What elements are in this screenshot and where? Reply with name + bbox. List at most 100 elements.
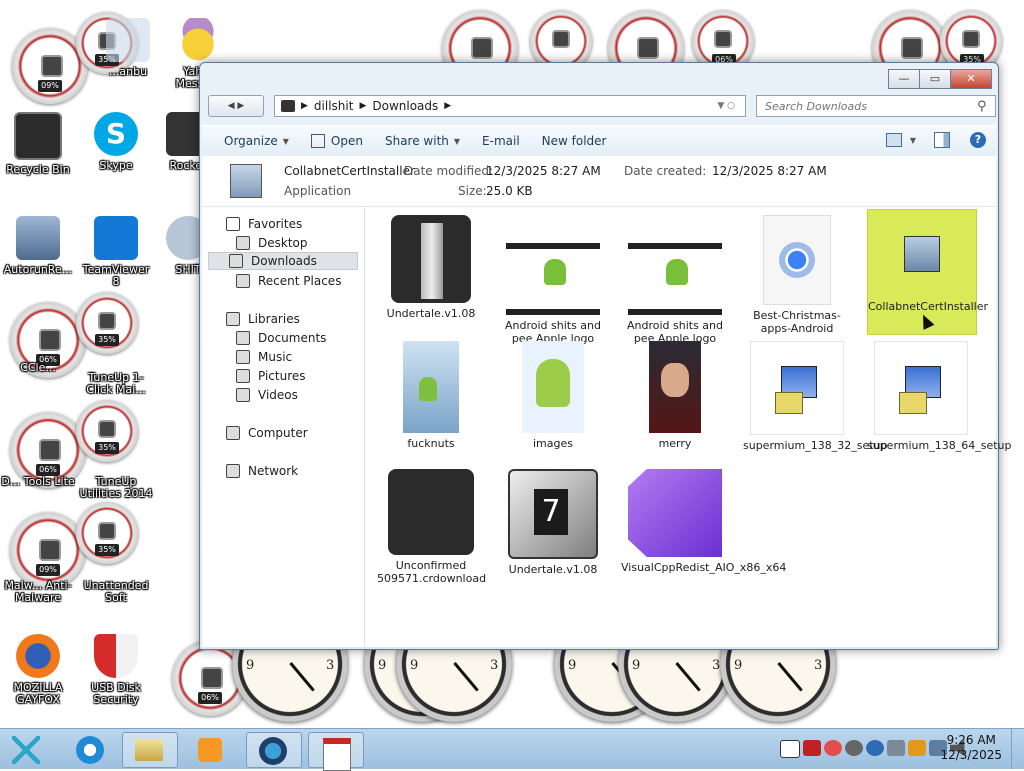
desktop-icon-label: TeamViewer 8 — [82, 263, 150, 288]
cpu-icon — [637, 37, 659, 59]
desktop-icon-malwarebytes[interactable]: Malw... Anti-Malware — [0, 580, 76, 604]
desktop-icon-skype[interactable]: S Skype — [78, 112, 154, 172]
security-icon[interactable] — [824, 740, 842, 756]
image-thumbnail — [522, 341, 584, 433]
cpu-icon — [39, 329, 61, 351]
nav-recent-places[interactable]: Recent Places — [236, 272, 341, 290]
new-folder-button[interactable]: New folder — [542, 134, 607, 148]
image-thumbnail — [403, 341, 459, 433]
show-desktop-button[interactable] — [1011, 729, 1024, 769]
breadcrumb-dillshit[interactable]: dillshit — [314, 99, 354, 113]
nav-downloads[interactable]: Downloads — [208, 252, 358, 270]
window-controls: — ▭ ✕ — [888, 69, 992, 89]
start-button[interactable] — [4, 732, 48, 766]
monitor-icon[interactable] — [887, 740, 905, 756]
file-item[interactable]: fucknuts — [377, 341, 485, 450]
music-icon — [236, 350, 250, 364]
explorer-window[interactable]: — ▭ ✕ ◀ ▶ ▶ dillshit ▶ Downloads ▶ ▼ ○ ⚲… — [199, 62, 1012, 650]
nav-computer[interactable]: Computer — [226, 424, 308, 442]
taskbar-browser[interactable] — [246, 732, 302, 768]
email-button[interactable]: E-mail — [482, 134, 520, 148]
file-item[interactable]: merry — [621, 341, 729, 450]
open-button[interactable]: Open — [310, 134, 363, 148]
address-bar[interactable]: ▶ dillshit ▶ Downloads ▶ ▼ ○ — [274, 95, 746, 117]
desktop-icon-tuneup-utilities[interactable]: TuneUp Utilities 2014 — [78, 476, 154, 500]
desktop-icon-recycle-bin[interactable]: Recycle Bin — [0, 112, 76, 176]
file-item[interactable]: Undertale.v1.08 — [377, 215, 485, 320]
file-item[interactable]: Android shits and pee Apple logo — [499, 215, 607, 345]
search-input[interactable] — [763, 98, 977, 114]
command-bar: Organize ▼ Open Share with ▼ E-mail New fo… — [202, 125, 996, 157]
desktop-icon-label: AutorunRe... — [3, 263, 73, 276]
desktop-icon-autorun[interactable]: AutorunRe... — [0, 216, 76, 276]
nav-documents[interactable]: Documents — [236, 329, 326, 347]
desktop-icon-anbu[interactable]: ...anbu — [90, 18, 166, 78]
gauge-widget[interactable]: 35% — [76, 292, 138, 354]
taskbar-clock[interactable]: 9:26 AM 12/3/2025 — [940, 733, 1002, 763]
desktop-icon-label: ...anbu — [108, 65, 148, 78]
file-item[interactable]: 7 Undertale.v1.08 — [499, 469, 607, 576]
file-item[interactable]: Unconfirmed 509571.crdownload — [377, 469, 486, 585]
organize-label: Organize — [224, 134, 278, 148]
nav-libraries[interactable]: Libraries — [226, 310, 300, 328]
desktop-icon-tools-lite[interactable]: D... Tools Lite — [0, 476, 76, 488]
search-icon[interactable]: ⚲ — [977, 99, 987, 114]
view-options-icon[interactable] — [885, 133, 902, 147]
file-item[interactable]: supermium_138_64_setup — [867, 341, 1012, 452]
desktop-icon-firefox[interactable]: MOZILLA GAYFOX — [0, 634, 76, 706]
minimize-button[interactable]: — — [888, 69, 920, 89]
lav-icon[interactable] — [780, 740, 800, 758]
desktop-icon-ccleaner[interactable]: CCle... — [0, 362, 76, 374]
file-name: supermium_138_32_setup — [743, 439, 888, 452]
nav-desktop[interactable]: Desktop — [236, 234, 308, 252]
gauge-widget[interactable]: 09% — [10, 512, 86, 588]
share-with-button[interactable]: Share with ▼ — [385, 134, 460, 148]
chevron-down-icon[interactable]: ▼ — [910, 136, 916, 145]
image-thumbnail — [649, 341, 701, 433]
gauge-readout: 35% — [95, 334, 119, 346]
gauge-widget[interactable]: 35% — [76, 502, 138, 564]
preview-pane-icon[interactable] — [934, 132, 950, 148]
help-icon[interactable]: ? — [970, 132, 986, 148]
nav-network[interactable]: Network — [226, 462, 298, 480]
taskbar-explorer[interactable] — [122, 732, 178, 768]
close-button[interactable]: ✕ — [950, 69, 992, 89]
nav-pictures[interactable]: Pictures — [236, 367, 306, 385]
nav-favorites[interactable]: Favorites — [226, 215, 302, 233]
nav-music[interactable]: Music — [236, 348, 292, 366]
address-dropdown-icon[interactable]: ▼ ○ — [717, 101, 735, 111]
lav-red-icon[interactable] — [803, 740, 821, 756]
file-name: merry — [658, 437, 692, 450]
details-pane: CollabnetCertInstaller Application Date … — [202, 156, 996, 207]
desktop-icon-unattended[interactable]: Unattended Soft — [78, 580, 154, 604]
memory-icon — [98, 312, 116, 330]
taskbar-calendar[interactable] — [308, 732, 364, 771]
file-item[interactable]: images — [499, 341, 607, 450]
chat-icon[interactable] — [845, 740, 863, 756]
warning-icon[interactable] — [908, 740, 926, 756]
file-item[interactable]: supermium_138_32_setup — [743, 341, 888, 452]
back-forward-buttons[interactable]: ◀ ▶ — [208, 95, 264, 117]
maximize-button[interactable]: ▭ — [919, 69, 951, 89]
desktop-icon-teamviewer[interactable]: TeamViewer 8 — [78, 216, 154, 288]
cpu-icon — [471, 37, 493, 59]
breadcrumb-downloads[interactable]: Downloads — [372, 99, 438, 113]
cpu-icon — [201, 667, 223, 689]
file-item[interactable]: Best-Christmas-apps-Android — [743, 215, 851, 335]
date-created-label: Date created: — [624, 164, 707, 178]
taskbar-media-player[interactable] — [184, 732, 238, 766]
file-item[interactable]: Android shits and pee Apple logo — [621, 215, 729, 345]
memory-icon — [552, 30, 570, 48]
gauge-widget[interactable]: 35% — [76, 400, 138, 462]
desktop-icon-tuneup-1click[interactable]: TuneUp 1-Click Mai... — [78, 372, 154, 396]
nav-videos[interactable]: Videos — [236, 386, 298, 404]
organize-button[interactable]: Organize ▼ — [224, 134, 289, 148]
chevron-down-icon: ▼ — [282, 136, 289, 146]
taskbar-internet-explorer[interactable] — [64, 732, 118, 766]
search-box[interactable]: ⚲ — [756, 95, 996, 117]
file-item[interactable]: VisualCppRedist_AIO_x86_x64 — [621, 469, 786, 574]
info-icon[interactable] — [866, 740, 884, 756]
7zip-icon: 7 — [508, 469, 598, 559]
desktop-icon-usb-security[interactable]: USB Disk Security — [78, 634, 154, 706]
chevron-down-icon: ▼ — [453, 136, 461, 146]
